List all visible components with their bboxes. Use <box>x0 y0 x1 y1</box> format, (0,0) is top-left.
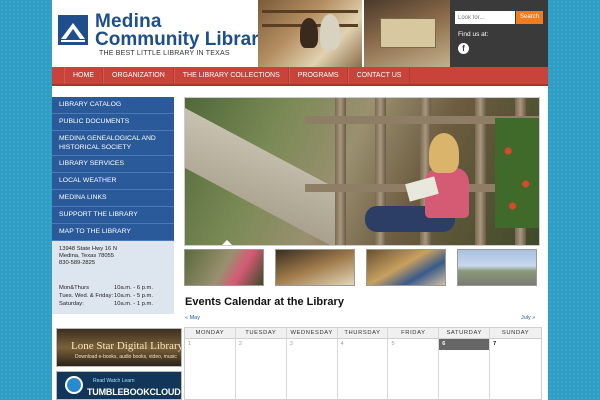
hours-time-3: 10a.m. - 1 p.m. <box>114 301 153 307</box>
calendar-day-cell[interactable]: 5 <box>388 339 440 400</box>
nav-contact-us[interactable]: CONTACT US <box>347 67 411 84</box>
calendar-header-row: MONDAY TUESDAY WEDNESDAY THURSDAY FRIDAY… <box>185 328 541 339</box>
calendar-date: 5 <box>391 341 395 347</box>
sidebar-menu: LIBRARY CATALOG PUBLIC DOCUMENTS MEDINA … <box>52 97 174 241</box>
calendar-day-header: TUESDAY <box>236 328 287 338</box>
sidebar-item-library-services[interactable]: LIBRARY SERVICES <box>52 156 174 173</box>
find-us-label: Find us at: <box>458 31 489 38</box>
calendar-day-header: FRIDAY <box>388 328 440 338</box>
calendar-day-header: SUNDAY <box>501 330 530 336</box>
site-header: Medina Community Library THE BEST LITTLE… <box>52 0 548 67</box>
calendar-prev-month-link[interactable]: « May <box>185 315 200 321</box>
slide-active-pointer <box>221 240 233 245</box>
calendar-day-header: SATURDAY <box>439 328 491 338</box>
nav-library-collections[interactable]: THE LIBRARY COLLECTIONS <box>173 67 289 84</box>
calendar-next-month-link[interactable]: July » <box>521 315 535 321</box>
calendar-day-header: MONDAY <box>185 328 236 338</box>
library-logo-icon <box>58 15 88 45</box>
hours-time-1: 10a.m. - 6 p.m. <box>114 285 153 291</box>
sidebar: LIBRARY CATALOG PUBLIC DOCUMENTS MEDINA … <box>52 97 174 314</box>
sidebar-item-genealogical-society[interactable]: MEDINA GENEALOGICAL AND HISTORICAL SOCIE… <box>52 131 174 156</box>
calendar-day-header: WEDNESDAY <box>287 328 338 338</box>
main-nav: HOME ORGANIZATION THE LIBRARY COLLECTION… <box>52 67 548 86</box>
calendar-day-cell[interactable]: 3 <box>287 339 338 400</box>
calendar-date: 6 <box>442 341 446 347</box>
nav-home[interactable]: HOME <box>64 67 103 84</box>
today-highlight <box>439 339 490 350</box>
slide-girl-hair <box>429 133 459 173</box>
calendar-title: Events Calendar at the Library <box>185 296 344 308</box>
lonestar-title: Lone Star Digital Library <box>71 340 182 352</box>
hours-days-1: Mon&Thurs <box>59 285 89 291</box>
featured-slideshow[interactable] <box>184 97 540 246</box>
page-container: Medina Community Library THE BEST LITTLE… <box>52 0 548 400</box>
header-photo-desk <box>364 0 450 67</box>
tumblebookcloud-banner[interactable]: Read Watch Learn TUMBLEBOOKCLOUD <box>56 371 182 400</box>
address-phone: 830-589-2825 <box>59 260 96 266</box>
tumble-title: TUMBLEBOOKCLOUD <box>87 387 181 397</box>
calendar-date: 2 <box>238 341 242 347</box>
calendar-day-cell[interactable]: 2 <box>236 339 287 400</box>
header-photo-strip <box>258 0 450 67</box>
hours-days-3: Saturday: <box>59 301 84 307</box>
address-box: 13948 State Hwy 16 N Medina, Texas 78055… <box>52 241 174 314</box>
facebook-icon[interactable]: f <box>458 43 469 54</box>
sidebar-item-medina-links[interactable]: MEDINA LINKS <box>52 190 174 207</box>
slide-flowers <box>495 118 539 228</box>
thumbnail-2[interactable] <box>275 249 355 286</box>
calendar-date: 3 <box>289 341 293 347</box>
calendar-day-cell-today[interactable]: 6 <box>439 339 491 400</box>
calendar-week-row: 1 2 3 4 5 6 7 <box>185 339 541 400</box>
events-calendar: MONDAY TUESDAY WEDNESDAY THURSDAY FRIDAY… <box>184 327 542 400</box>
tumblebook-logo-icon <box>65 376 83 394</box>
thumbnail-3[interactable] <box>366 249 446 286</box>
lonestar-subtitle: Download e-books, audio books, video, mu… <box>75 354 177 360</box>
site-logo[interactable]: Medina Community Library THE BEST LITTLE… <box>58 12 269 62</box>
header-photo-students <box>258 0 362 67</box>
calendar-day-cell[interactable]: 7 <box>490 339 541 400</box>
search-button[interactable]: Search <box>516 11 543 24</box>
sidebar-item-public-documents[interactable]: PUBLIC DOCUMENTS <box>52 114 174 131</box>
hours-time-2: 10a.m. - 5 p.m. <box>114 293 153 299</box>
calendar-date: 7 <box>493 341 497 347</box>
calendar-day-header: THURSDAY <box>338 328 389 338</box>
slideshow-thumbnails <box>184 249 540 286</box>
nav-organization[interactable]: ORGANIZATION <box>103 67 174 84</box>
calendar-day-cell[interactable]: 1 <box>185 339 236 400</box>
hours-days-2: Tues. Wed. & Friday: <box>59 293 114 299</box>
thumbnail-1[interactable] <box>184 249 264 286</box>
address-city: Medina, Texas 78055 <box>59 253 115 259</box>
sidebar-item-map[interactable]: MAP TO THE LIBRARY <box>52 224 174 241</box>
logo-title-line2: Community Library <box>95 29 270 50</box>
address-street: 13948 State Hwy 16 N <box>59 246 118 252</box>
thumbnail-4[interactable] <box>457 249 537 286</box>
sidebar-item-library-catalog[interactable]: LIBRARY CATALOG <box>52 97 174 114</box>
search-panel: Search Find us at: f <box>450 0 548 67</box>
search-input[interactable] <box>455 11 515 24</box>
calendar-day-cell[interactable]: 4 <box>338 339 389 400</box>
sidebar-item-support-library[interactable]: SUPPORT THE LIBRARY <box>52 207 174 224</box>
calendar-date: 1 <box>188 341 192 347</box>
logo-tagline: THE BEST LITTLE LIBRARY IN TEXAS <box>99 50 230 57</box>
sidebar-item-local-weather[interactable]: LOCAL WEATHER <box>52 173 174 190</box>
calendar-date: 4 <box>340 341 344 347</box>
lone-star-digital-library-banner[interactable]: Lone Star Digital Library Download e-boo… <box>56 328 182 367</box>
tumble-subtitle: Read Watch Learn <box>93 378 135 384</box>
nav-programs[interactable]: PROGRAMS <box>288 67 348 84</box>
